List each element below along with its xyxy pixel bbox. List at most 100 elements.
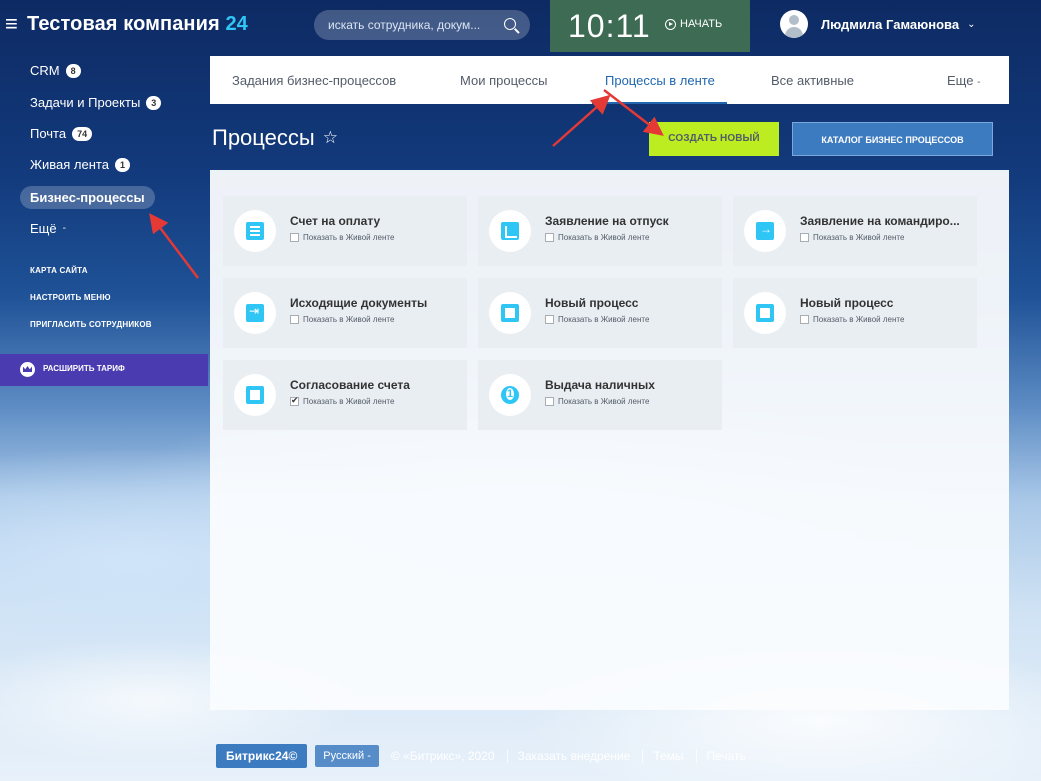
company-name-text: Тестовая компания	[27, 13, 220, 35]
star-icon[interactable]: ☆	[323, 128, 338, 148]
copyright-text: © «Битрикс», 2020	[390, 749, 495, 763]
tab-my-processes[interactable]: Мои процессы	[460, 73, 547, 88]
bitrix24-logo: Битрикс24©	[216, 744, 308, 768]
coin-icon	[489, 374, 531, 416]
square-icon	[234, 374, 276, 416]
sidebar-item-crm[interactable]: CRM 8	[30, 63, 81, 78]
show-in-feed-checkbox[interactable]: Показать в Живой ленте	[800, 233, 904, 242]
sidebar-item-more[interactable]: Ещё -	[30, 221, 66, 236]
process-catalog-button[interactable]: КАТАЛОГ БИЗНЕС ПРОЦЕССОВ	[792, 122, 993, 156]
top-header: ≡ Тестовая компания 24 10:11 НАЧАТЬ Людм…	[0, 0, 1041, 52]
checkbox[interactable]	[545, 397, 554, 406]
process-title[interactable]: Выдача наличных	[545, 378, 655, 392]
user-menu[interactable]: Людмила Гамаюнова ⌄	[780, 10, 975, 38]
sidebar-item-label: Ещё	[30, 221, 57, 236]
page-title: Процессы ☆	[212, 125, 338, 151]
process-card[interactable]: Исходящие документы Показать в Живой лен…	[223, 278, 467, 348]
play-icon	[665, 18, 676, 30]
tab-all-active[interactable]: Все активные	[771, 73, 854, 88]
print-link[interactable]: Печать	[707, 749, 746, 763]
order-implementation-link[interactable]: Заказать внедрение	[518, 749, 631, 763]
checkbox-checked[interactable]	[290, 395, 299, 406]
clock-time: 10:11	[568, 8, 651, 44]
search-box[interactable]	[314, 10, 530, 40]
start-label: НАЧАТЬ	[680, 18, 723, 30]
tab-more[interactable]: Еще -	[947, 73, 980, 88]
checkbox-label: Показать в Живой ленте	[813, 315, 905, 324]
arrow-to-feed-tab	[552, 94, 611, 147]
sidebar-item-label: CRM	[30, 63, 60, 78]
checkbox[interactable]	[545, 233, 554, 242]
sidebar-item-label: Бизнес-процессы	[30, 190, 145, 205]
sidebar-item-live-feed[interactable]: Живая лента 1	[30, 157, 130, 172]
active-tab-underline	[592, 102, 727, 104]
process-title[interactable]: Исходящие документы	[290, 296, 427, 310]
checkbox[interactable]	[545, 315, 554, 324]
process-title[interactable]: Согласование счета	[290, 378, 410, 392]
checkbox-label: Показать в Живой ленте	[558, 233, 650, 242]
chevron-down-icon: -	[367, 750, 371, 762]
process-title[interactable]: Новый процесс	[545, 296, 638, 310]
company-name-number: 24	[225, 13, 248, 35]
checkbox[interactable]	[290, 315, 299, 324]
search-icon[interactable]	[504, 18, 516, 30]
export-icon	[234, 292, 276, 334]
show-in-feed-checkbox[interactable]: Показать в Живой ленте	[545, 233, 649, 242]
counter-badge: 1	[114, 157, 130, 172]
process-title[interactable]: Заявление на отпуск	[545, 214, 669, 228]
process-title[interactable]: Счет на оплату	[290, 214, 380, 228]
edit-icon	[489, 210, 531, 252]
create-new-button[interactable]: СОЗДАТЬ НОВЫЙ	[649, 122, 779, 156]
language-selector[interactable]: Русский -	[315, 745, 379, 767]
arrow-to-business-processes	[149, 213, 199, 279]
avatar[interactable]	[780, 10, 808, 38]
invite-employees-link[interactable]: ПРИГЛАСИТЬ СОТРУДНИКОВ	[30, 320, 152, 329]
sitemap-link[interactable]: КАРТА САЙТА	[30, 266, 88, 275]
chevron-down-icon: -	[62, 223, 66, 234]
configure-menu-link[interactable]: НАСТРОИТЬ МЕНЮ	[30, 293, 111, 302]
show-in-feed-checkbox[interactable]: Показать в Живой ленте	[290, 233, 394, 242]
counter-badge: 74	[72, 126, 93, 141]
user-name[interactable]: Людмила Гамаюнова	[821, 17, 959, 32]
checkbox-label: Показать в Живой ленте	[303, 233, 395, 242]
sidebar-item-mail[interactable]: Почта 74	[30, 126, 93, 141]
sidebar-item-label: Почта	[30, 126, 67, 141]
document-icon	[234, 210, 276, 252]
language-label: Русский	[323, 750, 365, 762]
checkbox[interactable]	[800, 315, 809, 324]
tab-bp-tasks[interactable]: Задания бизнес-процессов	[232, 73, 396, 88]
upgrade-tariff-button[interactable]: РАСШИРИТЬ ТАРИФ	[0, 354, 208, 386]
process-card[interactable]: Заявление на отпуск Показать в Живой лен…	[478, 196, 722, 266]
company-name[interactable]: Тестовая компания 24	[27, 13, 248, 36]
show-in-feed-checkbox[interactable]: Показать в Живой ленте	[800, 315, 904, 324]
tab-processes-in-feed[interactable]: Процессы в ленте	[605, 73, 715, 88]
checkbox-label: Показать в Живой ленте	[558, 315, 650, 324]
sidebar-item-business-processes[interactable]: Бизнес-процессы	[20, 186, 155, 209]
counter-badge: 8	[65, 63, 81, 78]
arrow-in-icon	[744, 210, 786, 252]
hamburger-menu-icon[interactable]: ≡	[5, 12, 18, 36]
process-card[interactable]: Заявление на командиро... Показать в Жив…	[733, 196, 977, 266]
checkbox[interactable]	[800, 233, 809, 242]
show-in-feed-checkbox[interactable]: Показать в Живой ленте	[545, 315, 649, 324]
chevron-down-icon[interactable]: ⌄	[967, 19, 975, 30]
process-card[interactable]: Новый процесс Показать в Живой ленте	[478, 278, 722, 348]
checkbox-label: Показать в Живой ленте	[558, 397, 650, 406]
processes-grid: Счет на оплату Показать в Живой ленте За…	[210, 170, 1009, 710]
show-in-feed-checkbox[interactable]: Показать в Живой ленте	[545, 397, 649, 406]
process-card[interactable]: Согласование счета Показать в Живой лент…	[223, 360, 467, 430]
show-in-feed-checkbox[interactable]: Показать в Живой ленте	[290, 315, 394, 324]
start-workday-button[interactable]: НАЧАТЬ	[665, 18, 722, 30]
show-in-feed-checkbox[interactable]: Показать в Живой ленте	[290, 395, 394, 406]
sidebar-item-tasks[interactable]: Задачи и Проекты 3	[30, 95, 162, 110]
process-card[interactable]: Счет на оплату Показать в Живой ленте	[223, 196, 467, 266]
process-title[interactable]: Заявление на командиро...	[800, 214, 960, 228]
search-input[interactable]	[328, 18, 498, 32]
themes-link[interactable]: Темы	[653, 749, 683, 763]
checkbox-label: Показать в Живой ленте	[303, 315, 395, 324]
process-card[interactable]: Новый процесс Показать в Живой ленте	[733, 278, 977, 348]
checkbox[interactable]	[290, 233, 299, 242]
process-card[interactable]: Выдача наличных Показать в Живой ленте	[478, 360, 722, 430]
process-title[interactable]: Новый процесс	[800, 296, 893, 310]
square-icon	[744, 292, 786, 334]
